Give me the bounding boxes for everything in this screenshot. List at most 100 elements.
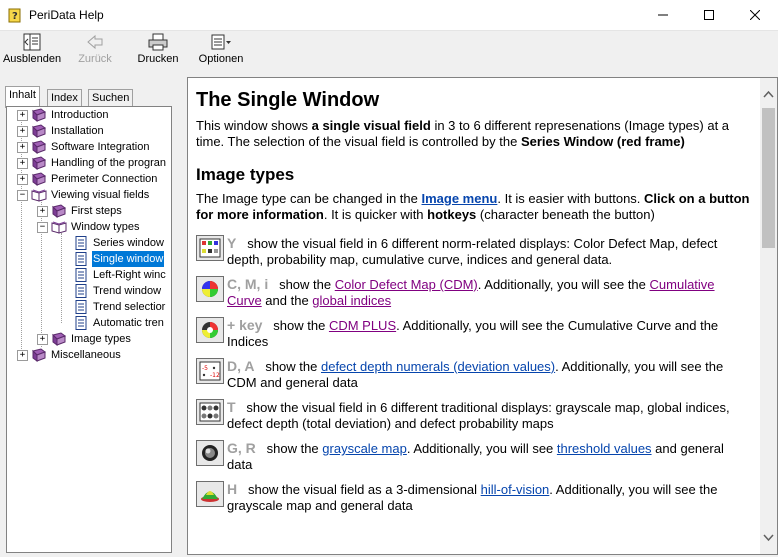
- hill-of-vision-button[interactable]: [196, 481, 224, 507]
- hotkey: H: [227, 481, 238, 497]
- tab-index-label: Index: [51, 92, 78, 104]
- tree-label: Viewing visual fields: [51, 189, 150, 201]
- expand-icon[interactable]: +: [17, 125, 28, 137]
- tab-search[interactable]: Suchen: [88, 89, 134, 107]
- defect-depth-link[interactable]: defect depth numerals (deviation values): [321, 359, 555, 374]
- tree-item-handling[interactable]: + Handling of the progran: [17, 155, 167, 171]
- grayscale-circle-icon: [202, 445, 218, 461]
- cdm-plus-button[interactable]: [196, 317, 224, 343]
- page-icon: [75, 316, 87, 330]
- cdm-button[interactable]: [196, 276, 224, 302]
- scrollbar-thumb[interactable]: [762, 108, 775, 248]
- tree-label: Left-Right winc: [93, 269, 166, 281]
- contents-tree[interactable]: + Introduction + Installation + Software…: [6, 106, 172, 553]
- book-closed-icon: [52, 332, 67, 346]
- tree-item-image-types[interactable]: + Image types: [37, 331, 132, 347]
- threshold-values-link[interactable]: threshold values: [557, 441, 652, 456]
- book-closed-icon: [32, 140, 47, 154]
- expand-icon[interactable]: +: [17, 157, 28, 169]
- tree-label: Miscellaneous: [51, 349, 121, 361]
- minimize-button[interactable]: [640, 0, 686, 30]
- options-button[interactable]: Optionen: [197, 33, 245, 71]
- scroll-up-icon[interactable]: [763, 90, 774, 98]
- tree-item-software-integration[interactable]: + Software Integration: [17, 139, 150, 155]
- tab-contents-label: Inhalt: [9, 89, 36, 101]
- expand-icon[interactable]: +: [17, 173, 28, 185]
- tree-item-miscellaneous[interactable]: + Miscellaneous: [17, 347, 122, 363]
- book-closed-icon: [32, 172, 47, 186]
- page-icon: [75, 300, 87, 314]
- content-pane: The Single Window This window shows a si…: [187, 77, 778, 555]
- image-type-item: Y show the visual field in 6 different n…: [196, 235, 752, 268]
- six-panel-color-icon: [199, 238, 221, 258]
- tree-item-trend-window[interactable]: Trend window: [73, 283, 162, 299]
- cdm-link[interactable]: Color Defect Map (CDM): [335, 277, 478, 292]
- close-icon: [750, 10, 760, 20]
- traditional-displays-button[interactable]: [196, 399, 224, 425]
- tab-index[interactable]: Index: [47, 89, 82, 107]
- back-button[interactable]: Zurück: [72, 33, 118, 71]
- hide-label: Ausblenden: [2, 53, 62, 65]
- expand-icon[interactable]: +: [37, 205, 48, 217]
- maximize-button[interactable]: [686, 0, 732, 30]
- tree-item-window-types[interactable]: − Window types: [37, 219, 140, 235]
- book-open-icon: [31, 189, 47, 202]
- tab-contents[interactable]: Inhalt: [5, 86, 40, 108]
- section-heading: Image types: [196, 165, 295, 184]
- tree-item-first-steps[interactable]: + First steps: [37, 203, 123, 219]
- close-button[interactable]: [732, 0, 778, 30]
- expand-icon[interactable]: +: [17, 141, 28, 153]
- tree-item-series-window[interactable]: Series window: [73, 235, 165, 251]
- tree-label: Software Integration: [51, 141, 150, 153]
- tree-item-viewing-visual-fields[interactable]: − Viewing visual fields: [17, 187, 150, 203]
- expand-icon[interactable]: +: [17, 109, 28, 121]
- collapse-icon[interactable]: −: [17, 189, 28, 201]
- window-title: PeriData Help: [29, 8, 104, 22]
- expand-icon[interactable]: +: [37, 333, 48, 345]
- cdm-plus-link[interactable]: CDM PLUS: [329, 318, 396, 333]
- hotkey: D, A: [227, 358, 255, 374]
- image-type-item: T show the visual field in 6 different t…: [196, 399, 752, 432]
- image-type-item: C, M, i show the Color Defect Map (CDM).…: [196, 276, 752, 309]
- tree-item-trend-selection[interactable]: Trend selectior: [73, 299, 166, 315]
- tree-label: Image types: [71, 333, 131, 345]
- book-closed-icon: [32, 108, 47, 122]
- tree-item-left-right-window[interactable]: Left-Right winc: [73, 267, 167, 283]
- norm-displays-button[interactable]: [196, 235, 224, 261]
- tree-label: Introduction: [51, 109, 109, 121]
- hill-of-vision-link[interactable]: hill-of-vision: [481, 482, 550, 497]
- tree-item-perimeter-connection[interactable]: + Perimeter Connection: [17, 171, 158, 187]
- defect-depth-button[interactable]: -5 -12: [196, 358, 224, 384]
- page-icon: [75, 236, 87, 250]
- image-menu-link[interactable]: Image menu: [422, 191, 498, 206]
- numerals-icon: -5-12: [199, 361, 221, 381]
- svg-text:?: ?: [12, 11, 18, 22]
- print-button[interactable]: Drucken: [136, 33, 180, 71]
- expand-icon[interactable]: +: [17, 349, 28, 361]
- image-type-item: -5 -12 D, A show the defect depth numeral…: [196, 358, 752, 391]
- collapse-icon[interactable]: −: [37, 221, 48, 233]
- global-indices-link[interactable]: global indices: [312, 293, 391, 308]
- scroll-down-icon[interactable]: [763, 534, 774, 542]
- hide-button[interactable]: Ausblenden: [2, 33, 62, 71]
- toolbar: Ausblenden Zurück Drucken Optionen: [0, 31, 778, 71]
- grayscale-button[interactable]: [196, 440, 224, 466]
- tree-item-installation[interactable]: + Installation: [17, 123, 105, 139]
- tree-label: First steps: [71, 205, 122, 217]
- tree-item-automatic-trend[interactable]: Automatic tren: [73, 315, 165, 331]
- vertical-scrollbar[interactable]: [760, 78, 777, 554]
- tab-search-label: Suchen: [92, 92, 130, 104]
- back-label: Zurück: [78, 53, 112, 65]
- tree-label: Trend window: [93, 285, 162, 297]
- tree-label-selected: Single window: [92, 251, 165, 267]
- grayscale-map-link[interactable]: grayscale map: [322, 441, 407, 456]
- tree-item-single-window[interactable]: Single window: [73, 251, 165, 267]
- tree-item-introduction[interactable]: + Introduction: [17, 107, 109, 123]
- page-icon: [75, 284, 87, 298]
- minimize-icon: [658, 14, 668, 16]
- book-closed-icon: [52, 204, 67, 218]
- hotkey: Y: [227, 235, 237, 251]
- book-closed-icon: [32, 156, 47, 170]
- help-icon: ?: [8, 8, 21, 23]
- six-panel-gray-icon: [199, 402, 221, 422]
